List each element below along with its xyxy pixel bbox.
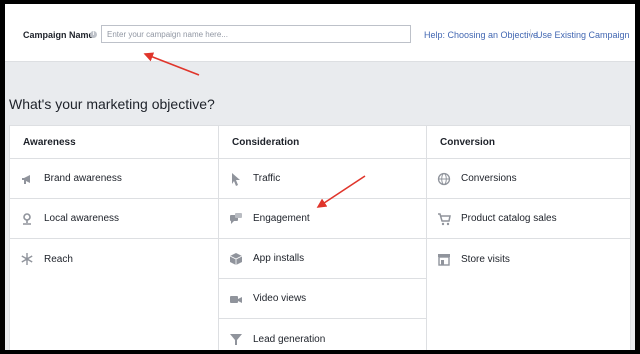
objective-local-awareness[interactable]: Local awareness [10, 199, 218, 239]
objective-label: Lead generation [253, 333, 326, 345]
objective-question: What's your marketing objective? [9, 96, 215, 112]
objective-product-catalog-sales[interactable]: Product catalog sales [427, 199, 631, 239]
help-choosing-objective-link[interactable]: Help: Choosing an Objective [424, 30, 538, 40]
awareness-column: Awareness Brand awareness Local awarenes… [10, 126, 218, 350]
objective-conversions[interactable]: Conversions [427, 159, 631, 199]
map-pin-icon [20, 212, 34, 226]
use-existing-campaign-link[interactable]: Use Existing Campaign [536, 30, 630, 40]
objective-label: Traffic [253, 173, 281, 184]
column-header-conversion: Conversion [427, 126, 631, 159]
objective-engagement[interactable]: Engagement [219, 199, 427, 239]
objective-label: Product catalog sales [461, 213, 557, 224]
objective-label: App installs [253, 253, 305, 264]
box-icon [229, 252, 243, 266]
objective-app-installs[interactable]: App installs [219, 239, 427, 279]
consideration-column: Consideration Traffic Engagement App ins… [218, 126, 427, 350]
column-header-awareness: Awareness [10, 126, 218, 159]
objective-video-views[interactable]: Video views [219, 279, 427, 319]
column-header-consideration: Consideration [219, 126, 427, 159]
objective-label: Store visits [461, 253, 510, 265]
objective-label: Reach [44, 253, 73, 265]
conversion-column: Conversion Conversions Product catalog s… [426, 126, 631, 350]
objective-grid: Awareness Brand awareness Local awarenes… [9, 125, 631, 350]
ads-manager-window: Campaign Name i Help: Choosing an Object… [5, 4, 635, 350]
store-icon [437, 252, 451, 266]
speech-bubbles-icon [229, 212, 243, 226]
info-icon[interactable]: i [90, 31, 97, 38]
shopping-cart-icon [437, 212, 451, 226]
objective-reach[interactable]: Reach [10, 239, 218, 279]
objective-store-visits[interactable]: Store visits [427, 239, 631, 279]
cursor-icon [229, 172, 243, 186]
objective-label: Engagement [253, 213, 310, 224]
campaign-name-input[interactable] [101, 25, 411, 43]
link-divider [530, 29, 531, 40]
objective-traffic[interactable]: Traffic [219, 159, 427, 199]
snowflake-icon [20, 252, 34, 266]
globe-icon [437, 172, 451, 186]
campaign-name-bar: Campaign Name i Help: Choosing an Object… [5, 4, 635, 62]
objective-brand-awareness[interactable]: Brand awareness [10, 159, 218, 199]
objective-label: Conversions [461, 173, 517, 184]
objective-label: Brand awareness [44, 173, 122, 184]
objective-label: Video views [253, 293, 307, 304]
objective-lead-generation[interactable]: Lead generation [219, 319, 427, 350]
funnel-icon [229, 332, 243, 346]
video-camera-icon [229, 292, 243, 306]
megaphone-icon [20, 172, 34, 186]
campaign-name-label: Campaign Name [23, 30, 94, 40]
objective-label: Local awareness [44, 213, 120, 224]
